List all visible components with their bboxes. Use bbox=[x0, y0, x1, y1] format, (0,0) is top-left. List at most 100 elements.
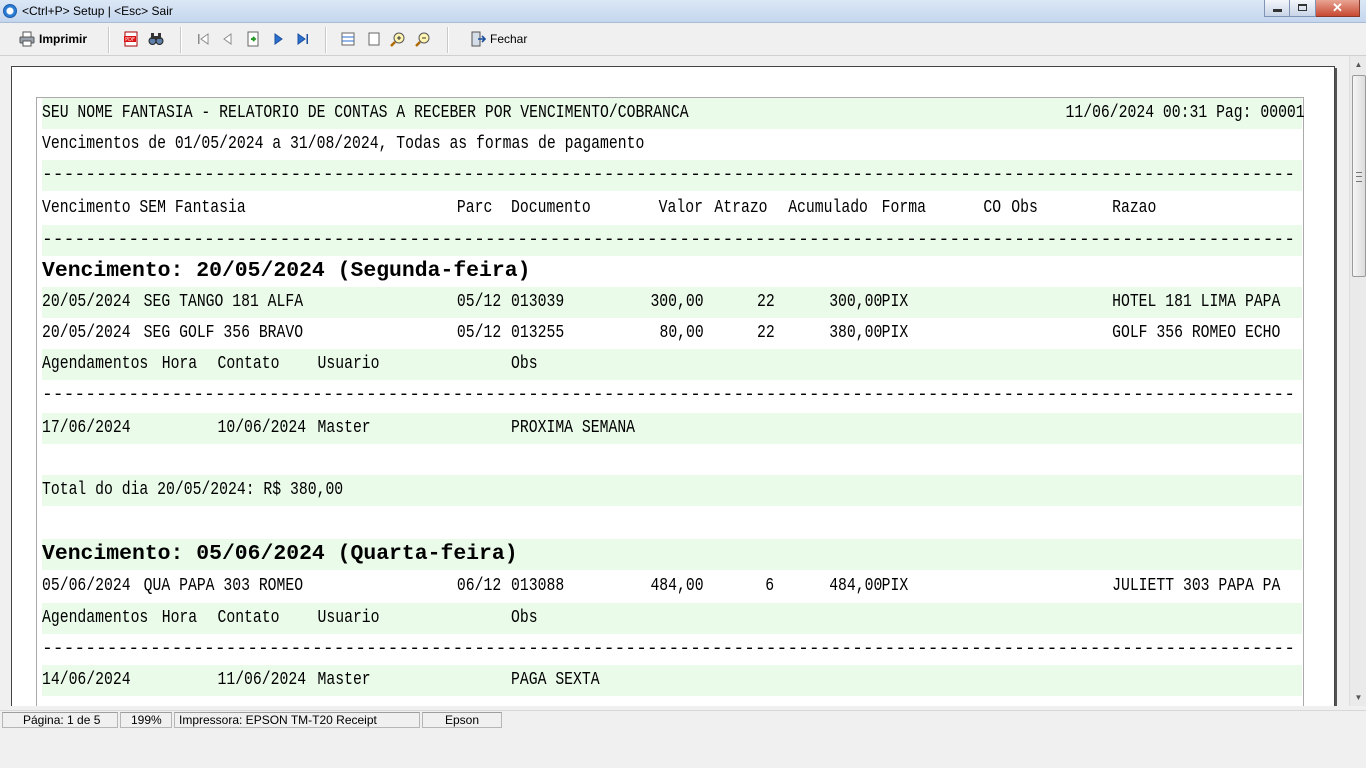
cell-agend: 14/06/2024 bbox=[42, 670, 131, 690]
scroll-down-arrow-icon[interactable]: ▼ bbox=[1350, 689, 1366, 706]
exit-door-icon bbox=[471, 31, 486, 47]
cell-razao: HOTEL 181 LIMA PAPA bbox=[1112, 292, 1281, 312]
col-documento: Documento bbox=[511, 198, 591, 218]
separator: ----------------------------------------… bbox=[42, 385, 1297, 405]
window-title: <Ctrl+P> Setup | <Esc> Sair bbox=[22, 4, 173, 18]
last-page-icon bbox=[297, 33, 308, 45]
window-controls: ✕ bbox=[1264, 0, 1360, 18]
cell-razao: JULIETT 303 PAPA PA bbox=[1112, 576, 1281, 596]
vertical-scrollbar[interactable]: ▲ ▼ bbox=[1349, 56, 1366, 706]
zoom-in-icon bbox=[390, 32, 405, 47]
close-button[interactable]: Fechar bbox=[470, 27, 527, 51]
report-datetime: 11/06/2024 00:31 Pag: 00001 bbox=[1065, 103, 1305, 123]
minimize-button[interactable] bbox=[1264, 0, 1290, 17]
schedule-row[interactable]: 17/06/2024 10/06/2024 Master PROXIMA SEM… bbox=[42, 413, 1075, 444]
zoom-in-button[interactable] bbox=[390, 27, 406, 51]
col-razao: Razao bbox=[1112, 198, 1157, 218]
cell-usuario: Master bbox=[317, 418, 371, 438]
print-button[interactable]: Imprimir bbox=[19, 27, 87, 51]
cell-forma: PIX bbox=[881, 576, 909, 596]
find-button[interactable] bbox=[148, 27, 164, 51]
group-heading: Vencimento: 05/06/2024 (Quarta-feira) bbox=[42, 543, 518, 566]
col-hora: Hora bbox=[161, 354, 198, 374]
previous-page-icon bbox=[223, 33, 232, 45]
cell-atrazo: 6 bbox=[765, 576, 775, 596]
page-width-button[interactable] bbox=[340, 27, 356, 51]
cell-acumulado: 380,00 bbox=[829, 323, 883, 343]
cell-agend: 17/06/2024 bbox=[42, 418, 131, 438]
cell-venc: 20/05/2024 bbox=[42, 323, 131, 343]
col-co: CO bbox=[983, 198, 1002, 218]
schedule-header-row: Agendamentos Hora Contato Usuario Obs bbox=[42, 349, 1075, 380]
status-zoom: 199% bbox=[120, 712, 172, 728]
cell-forma: PIX bbox=[881, 292, 909, 312]
separator: ----------------------------------------… bbox=[42, 230, 1297, 250]
report-subtitle: Vencimentos de 01/05/2024 a 31/08/2024, … bbox=[42, 134, 645, 154]
col-forma: Forma bbox=[881, 198, 926, 218]
page-width-icon bbox=[341, 32, 355, 46]
cell-obs: PROXIMA SEMANA bbox=[511, 418, 636, 438]
separator: ----------------------------------------… bbox=[42, 639, 1297, 659]
status-port: Epson bbox=[422, 712, 502, 728]
cell-usuario: Master bbox=[317, 670, 371, 690]
col-agendamentos: Agendamentos bbox=[42, 608, 149, 628]
app-icon bbox=[3, 4, 17, 18]
col-hora: Hora bbox=[161, 608, 198, 628]
next-page-button[interactable] bbox=[270, 27, 286, 51]
cell-forma: PIX bbox=[881, 323, 909, 343]
table-row[interactable]: 20/05/2024 SEG TANGO 181 ALFA 05/12 0130… bbox=[42, 287, 1280, 318]
col-obs: Obs bbox=[1011, 198, 1038, 218]
scroll-up-arrow-icon[interactable]: ▲ bbox=[1350, 56, 1366, 73]
last-page-button[interactable] bbox=[295, 27, 311, 51]
cell-contato: 11/06/2024 bbox=[217, 670, 307, 690]
cell-parc: 05/12 bbox=[456, 292, 502, 312]
minimize-icon bbox=[1273, 9, 1282, 12]
col-contato: Contato bbox=[217, 354, 280, 374]
cell-parc: 05/12 bbox=[456, 323, 502, 343]
cell-parc: 06/12 bbox=[456, 576, 502, 596]
col-contato: Contato bbox=[217, 608, 280, 628]
status-page: Página: 1 de 5 bbox=[2, 712, 118, 728]
export-pdf-button[interactable]: PDF bbox=[123, 27, 139, 51]
schedule-header-row: Agendamentos Hora Contato Usuario Obs bbox=[42, 603, 1075, 634]
report-header: SEU NOME FANTASIA - RELATORIO DE CONTAS … bbox=[42, 98, 1075, 129]
col-agendamentos: Agendamentos bbox=[42, 354, 149, 374]
cell-valor: 80,00 bbox=[659, 323, 704, 343]
go-to-page-icon bbox=[247, 31, 259, 47]
scrollbar-thumb[interactable] bbox=[1352, 75, 1366, 277]
toolbar: Imprimir PDF Fechar bbox=[0, 23, 1366, 56]
table-row[interactable]: 05/06/2024 QUA PAPA 303 ROMEO 06/12 0130… bbox=[42, 571, 1280, 602]
close-window-button[interactable]: ✕ bbox=[1316, 0, 1360, 17]
col-usuario: Usuario bbox=[317, 354, 380, 374]
whole-page-button[interactable] bbox=[366, 27, 382, 51]
group-heading: Vencimento: 20/05/2024 (Segunda-feira) bbox=[42, 260, 531, 283]
maximize-button[interactable] bbox=[1290, 0, 1316, 17]
binoculars-icon bbox=[148, 33, 164, 45]
restore-icon bbox=[1298, 4, 1307, 11]
table-row[interactable]: 20/05/2024 SEG GOLF 356 BRAVO 05/12 0132… bbox=[42, 318, 1280, 349]
first-page-icon bbox=[198, 33, 209, 45]
cell-doc: 013039 bbox=[511, 292, 565, 312]
col-acumulado: Acumulado bbox=[788, 198, 868, 218]
cell-valor: 484,00 bbox=[650, 576, 704, 596]
first-page-button[interactable] bbox=[195, 27, 211, 51]
report-body: SEU NOME FANTASIA - RELATORIO DE CONTAS … bbox=[36, 97, 1305, 706]
col-parc: Parc bbox=[456, 198, 493, 218]
cell-razao: GOLF 356 ROMEO ECHO bbox=[1112, 323, 1281, 343]
zoom-out-button[interactable] bbox=[415, 27, 431, 51]
cell-acumulado: 484,00 bbox=[829, 576, 883, 596]
schedule-row[interactable]: 14/06/2024 11/06/2024 Master PAGA SEXTA bbox=[42, 665, 1075, 696]
cell-fantasia: SEG GOLF 356 BRAVO bbox=[143, 323, 304, 343]
cell-atrazo: 22 bbox=[757, 323, 775, 343]
col-vencimento: Vencimento SEM Fantasia bbox=[42, 198, 246, 218]
go-to-page-button[interactable] bbox=[245, 27, 261, 51]
previous-page-button[interactable] bbox=[220, 27, 236, 51]
status-printer: Impressora: EPSON TM-T20 Receipt bbox=[174, 712, 420, 728]
cell-acumulado: 300,00 bbox=[829, 292, 883, 312]
print-label: Imprimir bbox=[39, 32, 88, 46]
report-viewport[interactable]: SEU NOME FANTASIA - RELATORIO DE CONTAS … bbox=[0, 56, 1349, 706]
next-page-icon bbox=[274, 33, 283, 45]
report-title: SEU NOME FANTASIA - RELATORIO DE CONTAS … bbox=[42, 103, 689, 123]
col-atrazo: Atrazo bbox=[714, 198, 768, 218]
cell-doc: 013088 bbox=[511, 576, 565, 596]
